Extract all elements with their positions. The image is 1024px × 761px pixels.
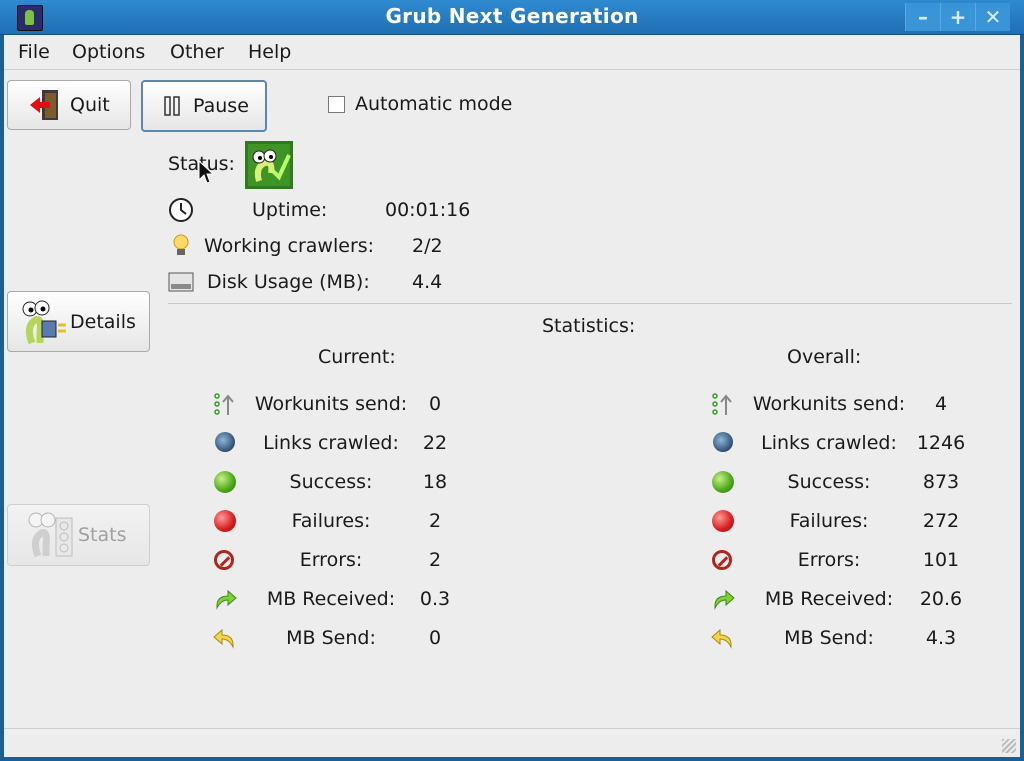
- menu-bar: File Options Other Help: [4, 35, 1020, 70]
- overall-mb-send-value: 4.3: [925, 627, 957, 649]
- current-failures-value: 2: [428, 510, 442, 532]
- pause-icon: [164, 96, 180, 116]
- details-label: Details: [70, 310, 136, 333]
- working-crawlers-label: Working crawlers:: [204, 235, 375, 257]
- current-mb-received-value: 0.3: [419, 588, 451, 610]
- arrow-redo-icon: [714, 589, 735, 610]
- current-mb-received-label: MB Received:: [266, 588, 396, 610]
- overall-links-value: 1246: [916, 432, 966, 454]
- current-success-label: Success:: [289, 471, 373, 493]
- menu-help[interactable]: Help: [248, 41, 291, 63]
- current-errors-value: 2: [428, 549, 442, 571]
- overall-workunits-value: 4: [934, 393, 948, 415]
- title-bar[interactable]: Grub Next Generation – + ✕: [0, 0, 1024, 35]
- current-links-label: Links crawled:: [263, 432, 399, 454]
- overall-title: Overall:: [787, 346, 862, 368]
- current-errors-label: Errors:: [299, 549, 363, 571]
- main-window: File Options Other Help Quit Pause Autom…: [4, 35, 1020, 757]
- exit-door-icon: [30, 90, 58, 120]
- overall-workunits-label: Workunits send:: [752, 393, 906, 415]
- red-dot-icon: [214, 510, 236, 532]
- globe-icon: [215, 432, 235, 452]
- current-success-value: 18: [422, 471, 448, 493]
- overall-failures-label: Failures:: [789, 510, 869, 532]
- overall-errors-value: 101: [922, 549, 960, 571]
- automatic-mode-label[interactable]: Automatic mode: [355, 93, 512, 115]
- arrow-undo-icon: [213, 628, 234, 649]
- overall-mb-send-label: MB Send:: [784, 627, 874, 649]
- lightbulb-icon: [173, 234, 189, 255]
- overall-mb-received-value: 20.6: [919, 588, 963, 610]
- globe-icon: [713, 432, 733, 452]
- current-workunits-label: Workunits send:: [254, 393, 408, 415]
- current-mb-send-label: MB Send:: [286, 627, 376, 649]
- pause-label: Pause: [193, 95, 249, 117]
- overall-errors-label: Errors:: [797, 549, 861, 571]
- window-title: Grub Next Generation: [385, 4, 639, 28]
- upload-icon: [712, 393, 732, 415]
- stats-label: Stats: [78, 524, 127, 546]
- status-worm-icon: [245, 141, 293, 189]
- uptime-label: Uptime:: [252, 199, 328, 221]
- disk-usage-label: Disk Usage (MB):: [207, 271, 370, 293]
- overall-links-label: Links crawled:: [761, 432, 897, 454]
- hard-disk-icon: [168, 272, 194, 292]
- overall-success-value: 873: [922, 471, 960, 493]
- uptime-value: 00:01:16: [385, 199, 471, 221]
- no-entry-icon: [214, 550, 234, 570]
- status-bar: [4, 728, 1020, 729]
- separator: [168, 303, 1012, 304]
- quit-label: Quit: [70, 94, 110, 116]
- red-dot-icon: [712, 510, 734, 532]
- statistics-title: Statistics:: [542, 315, 636, 337]
- minimize-button[interactable]: –: [905, 3, 940, 31]
- stats-button[interactable]: Stats: [7, 504, 150, 566]
- menu-file[interactable]: File: [18, 41, 50, 63]
- worm-details-icon: [22, 300, 66, 344]
- overall-failures-value: 272: [922, 510, 960, 532]
- current-mb-send-value: 0: [428, 627, 442, 649]
- mouse-pointer-icon: [198, 160, 214, 184]
- clock-icon: [169, 198, 193, 222]
- arrow-undo-icon: [711, 628, 732, 649]
- overall-mb-received-label: MB Received:: [764, 588, 894, 610]
- disk-usage-value: 4.4: [412, 271, 443, 293]
- menu-options[interactable]: Options: [72, 41, 145, 63]
- menu-other[interactable]: Other: [170, 41, 224, 63]
- quit-button[interactable]: Quit: [7, 80, 131, 130]
- current-title: Current:: [318, 346, 396, 368]
- close-button[interactable]: ✕: [975, 3, 1010, 31]
- arrow-redo-icon: [216, 589, 237, 610]
- maximize-button[interactable]: +: [940, 3, 975, 31]
- working-crawlers-value: 2/2: [412, 235, 443, 257]
- current-workunits-value: 0: [428, 393, 442, 415]
- worm-stats-icon: [28, 512, 73, 558]
- green-dot-icon: [712, 471, 734, 493]
- green-dot-icon: [214, 471, 236, 493]
- current-failures-label: Failures:: [291, 510, 371, 532]
- resize-grip[interactable]: [1002, 739, 1016, 753]
- details-button[interactable]: Details: [7, 291, 150, 352]
- overall-success-label: Success:: [787, 471, 871, 493]
- no-entry-icon: [712, 550, 732, 570]
- pause-button[interactable]: Pause: [141, 80, 267, 132]
- upload-icon: [214, 393, 234, 415]
- current-links-value: 22: [422, 432, 448, 454]
- automatic-mode-checkbox[interactable]: [328, 96, 345, 113]
